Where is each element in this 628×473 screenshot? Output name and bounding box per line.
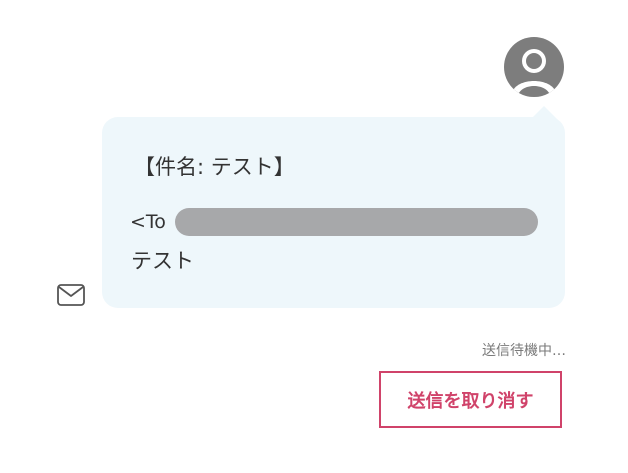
undo-send-button[interactable]: 送信を取り消す — [379, 371, 562, 428]
redacted-recipient — [175, 208, 538, 236]
message-subject: 【件名: テスト】 — [134, 155, 295, 179]
user-avatar-icon — [504, 37, 564, 97]
sending-status: 送信待機中… — [482, 343, 566, 359]
envelope-icon — [57, 284, 85, 306]
recipient-prefix: <To — [130, 211, 166, 233]
message-body: テスト — [131, 249, 194, 273]
